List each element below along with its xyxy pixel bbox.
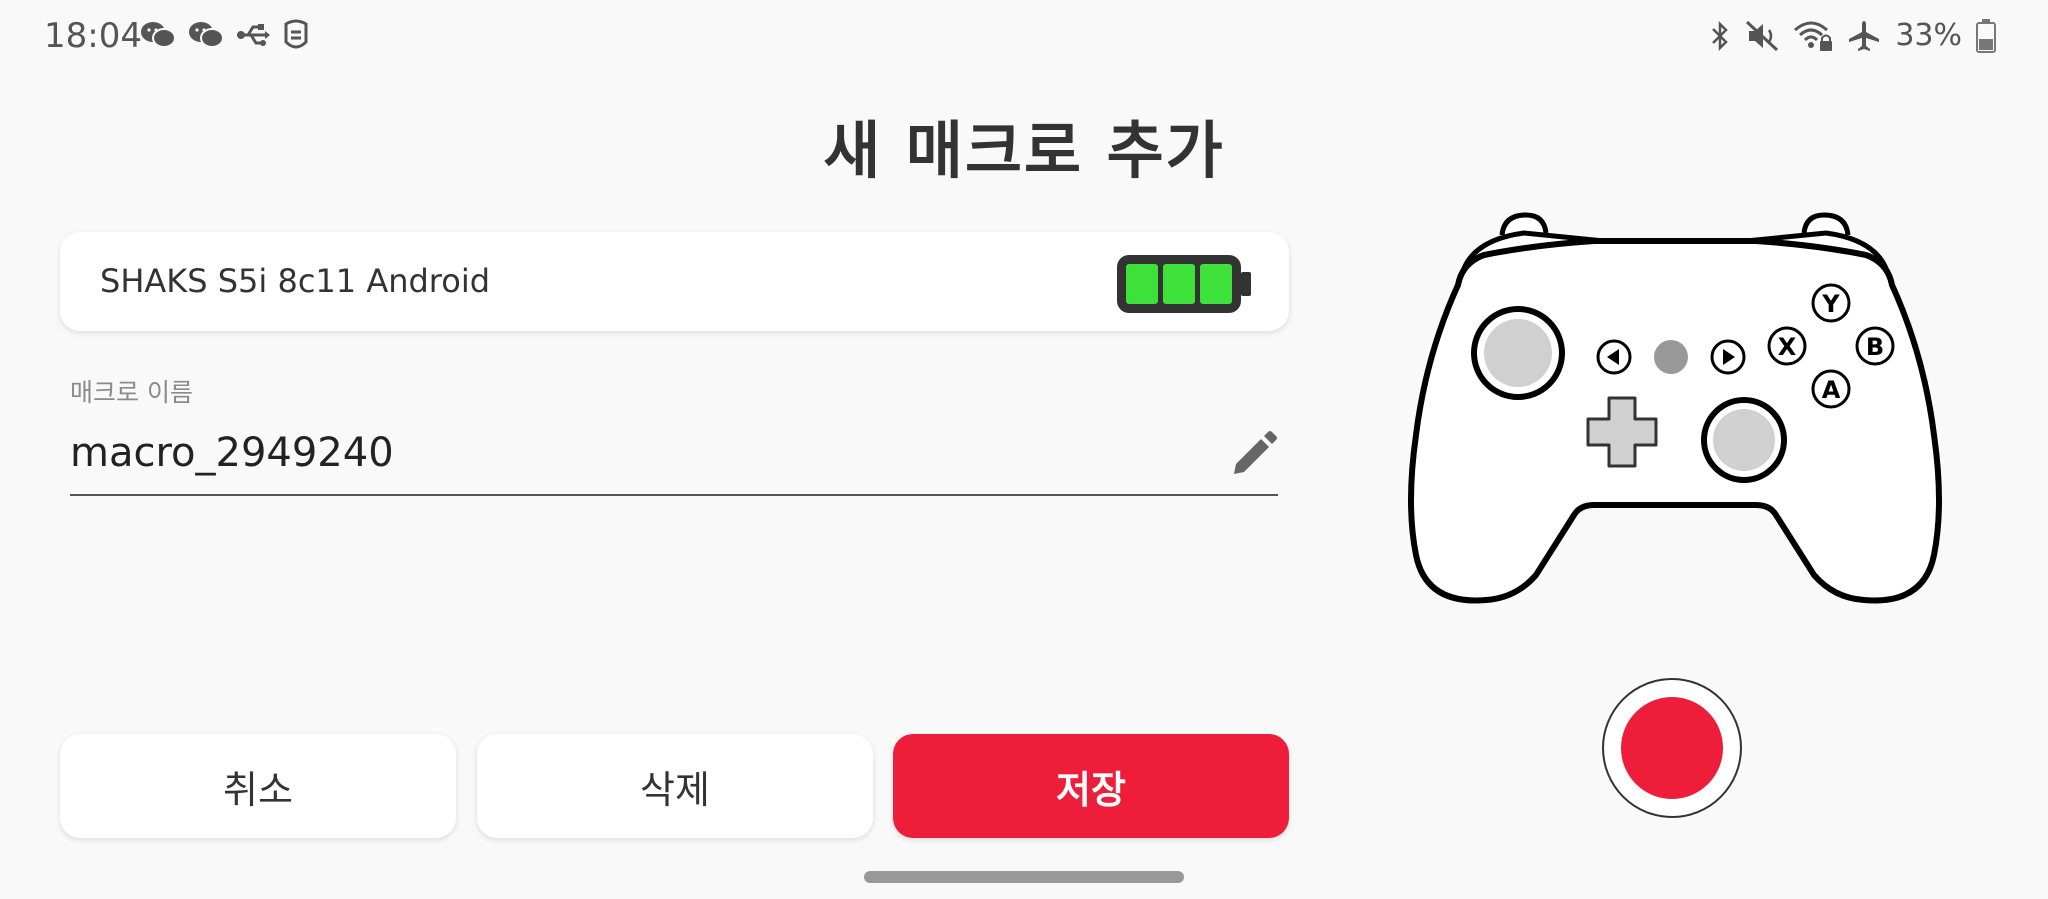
battery-percent: 33% xyxy=(1895,18,1962,53)
device-card: SHAKS S5i 8c11 Android xyxy=(60,232,1289,331)
device-name: SHAKS S5i 8c11 Android xyxy=(100,262,491,300)
wifi-lock-icon xyxy=(1793,20,1833,52)
svg-text:Y: Y xyxy=(1821,290,1840,318)
record-dot-icon xyxy=(1621,697,1723,799)
save-button[interactable]: 저장 xyxy=(893,734,1289,838)
record-button[interactable] xyxy=(1602,678,1742,818)
svg-text:A: A xyxy=(1822,376,1841,404)
cancel-button[interactable]: 취소 xyxy=(60,734,456,838)
gamepad-illustration: Y B X A xyxy=(1394,205,1956,649)
macro-name-field[interactable]: macro_2949240 xyxy=(70,420,1278,496)
status-left-icons xyxy=(140,18,310,52)
page-title: 새 매크로 추가 xyxy=(823,114,1225,187)
bluetooth-icon xyxy=(1709,20,1731,52)
status-time: 18:04 xyxy=(44,16,142,56)
wechat-icon xyxy=(188,19,224,51)
a-button: A xyxy=(1811,369,1851,409)
status-bar: 18:04 33% xyxy=(0,0,2048,72)
notification-app-icon xyxy=(282,18,310,52)
menu-button xyxy=(1710,339,1746,375)
device-battery-icon xyxy=(1114,252,1254,320)
home-gesture-bar[interactable] xyxy=(864,871,1184,883)
home-button xyxy=(1654,340,1688,374)
status-right-icons: 33% xyxy=(1709,18,1996,53)
delete-button[interactable]: 삭제 xyxy=(477,734,873,838)
pencil-icon[interactable] xyxy=(1228,430,1278,484)
airplane-icon xyxy=(1847,20,1881,52)
svg-text:X: X xyxy=(1778,333,1797,361)
wechat-icon xyxy=(140,19,176,51)
right-stick xyxy=(1701,397,1787,483)
usb-icon xyxy=(236,20,270,50)
y-button: Y xyxy=(1811,283,1851,323)
macro-name-label: 매크로 이름 xyxy=(70,378,193,407)
left-stick xyxy=(1471,306,1565,400)
macro-name-value[interactable]: macro_2949240 xyxy=(70,430,394,476)
view-button xyxy=(1596,339,1632,375)
vibrate-mute-icon xyxy=(1745,20,1779,52)
battery-icon xyxy=(1976,18,1996,53)
svg-text:B: B xyxy=(1866,333,1884,361)
x-button: X xyxy=(1767,326,1807,366)
b-button: B xyxy=(1855,326,1895,366)
